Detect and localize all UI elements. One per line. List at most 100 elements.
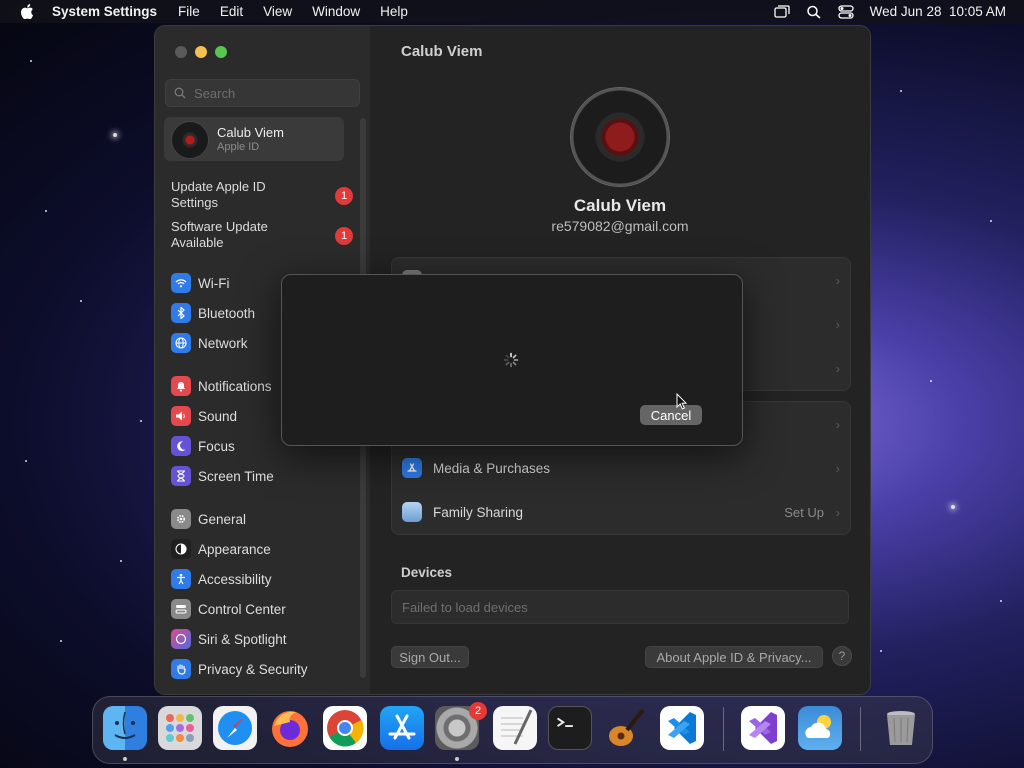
- account-name: Calub Viem: [217, 125, 284, 140]
- sidebar-item-wifi[interactable]: Wi-Fi: [171, 271, 229, 295]
- menu-window[interactable]: Window: [312, 4, 360, 19]
- menu-edit[interactable]: Edit: [220, 4, 243, 19]
- zoom-button[interactable]: [215, 46, 227, 58]
- page-title: Calub Viem: [401, 43, 483, 60]
- wifi-icon: [171, 273, 191, 293]
- globe-icon: [171, 333, 191, 353]
- spotlight-search-icon[interactable]: [806, 5, 822, 19]
- dock: 2: [92, 696, 933, 764]
- menu-bar: System Settings File Edit View Window He…: [0, 0, 1024, 23]
- sidebar-item-update-apple-id[interactable]: Update Apple ID Settings 1: [171, 179, 353, 211]
- apple-id-account[interactable]: Calub Viem Apple ID: [164, 117, 344, 161]
- row-label: Media & Purchases: [433, 460, 551, 476]
- search-input[interactable]: [192, 84, 356, 102]
- sidebar-search[interactable]: [165, 79, 360, 107]
- sidebar-item-appearance[interactable]: Appearance: [171, 537, 271, 561]
- devices-heading: Devices: [401, 565, 453, 580]
- minimize-button[interactable]: [195, 46, 207, 58]
- running-indicator: [455, 757, 459, 761]
- siri-icon: [171, 629, 191, 649]
- safari-icon[interactable]: [213, 706, 257, 750]
- sidebar-item-sound[interactable]: Sound: [171, 404, 237, 428]
- profile-avatar[interactable]: [571, 88, 669, 186]
- bell-icon: [171, 376, 191, 396]
- garageband-icon[interactable]: [603, 706, 647, 750]
- hourglass-icon: [171, 466, 191, 486]
- sidebar-item-privacy-security[interactable]: Privacy & Security: [171, 657, 308, 681]
- finder-icon[interactable]: [103, 706, 147, 750]
- cancel-button[interactable]: Cancel: [640, 405, 702, 425]
- avatar: [171, 121, 209, 159]
- weather-icon[interactable]: [798, 706, 842, 750]
- appearance-icon: [171, 539, 191, 559]
- chevron-right-icon: ›: [835, 316, 840, 332]
- sidebar-item-label: Screen Time: [198, 468, 274, 484]
- sign-out-button[interactable]: Sign Out...: [391, 646, 469, 668]
- profile-email: re579082@gmail.com: [551, 218, 689, 234]
- app-store-icon: [402, 458, 422, 478]
- chrome-icon[interactable]: [323, 706, 367, 750]
- media-purchases-row[interactable]: Media & Purchases ›: [392, 446, 850, 490]
- family-sharing-row[interactable]: Family Sharing Set Up ›: [392, 490, 850, 534]
- sidebar-item-bluetooth[interactable]: Bluetooth: [171, 301, 255, 325]
- app-store-icon[interactable]: [380, 706, 424, 750]
- sidebar-item-label: General: [198, 511, 247, 527]
- menu-clock[interactable]: Wed Jun 28 10:05 AM: [870, 4, 1006, 19]
- menu-help[interactable]: Help: [380, 4, 408, 19]
- notification-badge: 2: [469, 702, 487, 720]
- sidebar-item-accessibility[interactable]: Accessibility: [171, 567, 272, 591]
- notice-label: Software Update Available: [171, 219, 268, 250]
- row-label: Family Sharing: [433, 504, 524, 520]
- sidebar-item-software-update[interactable]: Software Update Available 1: [171, 219, 353, 251]
- speaker-icon: [171, 406, 191, 426]
- bluetooth-icon: [171, 303, 191, 323]
- moon-icon: [171, 436, 191, 456]
- textedit-icon[interactable]: [493, 706, 537, 750]
- menu-file[interactable]: File: [178, 4, 200, 19]
- sidebar-item-label: Notifications: [198, 378, 272, 394]
- chevron-right-icon: ›: [835, 416, 840, 432]
- help-button[interactable]: ?: [832, 646, 852, 666]
- sidebar-item-focus[interactable]: Focus: [171, 434, 235, 458]
- account-subtitle: Apple ID: [217, 141, 260, 153]
- menu-app-name[interactable]: System Settings: [52, 4, 157, 19]
- chevron-right-icon: ›: [835, 272, 840, 288]
- sidebar-item-label: Sound: [198, 408, 238, 424]
- family-setup-label: Set Up: [784, 504, 824, 520]
- firefox-icon[interactable]: [268, 706, 312, 750]
- apple-logo-icon[interactable]: [20, 4, 34, 19]
- accessibility-icon: [171, 569, 191, 589]
- gear-icon: [171, 509, 191, 529]
- chevron-right-icon: ›: [835, 460, 840, 476]
- sidebar-item-general[interactable]: General: [171, 507, 246, 531]
- screen-mirroring-icon[interactable]: [774, 4, 790, 19]
- loading-dialog: Cancel: [281, 274, 743, 446]
- terminal-icon[interactable]: [548, 706, 592, 750]
- sidebar-item-screen-time[interactable]: Screen Time: [171, 464, 274, 488]
- trash-icon[interactable]: [879, 706, 923, 750]
- sidebar-item-label: Network: [198, 335, 248, 351]
- launchpad-icon[interactable]: [158, 706, 202, 750]
- sidebar-item-label: Bluetooth: [198, 305, 256, 321]
- sidebar-item-siri-spotlight[interactable]: Siri & Spotlight: [171, 627, 287, 651]
- notification-badge: 1: [335, 187, 353, 205]
- sidebar-item-notifications[interactable]: Notifications: [171, 374, 272, 398]
- chevron-right-icon: ›: [835, 360, 840, 376]
- sidebar-item-control-center[interactable]: Control Center: [171, 597, 286, 621]
- menu-view[interactable]: View: [263, 4, 292, 19]
- sidebar-item-label: Appearance: [198, 541, 271, 557]
- about-apple-id-button[interactable]: About Apple ID & Privacy...: [645, 646, 823, 668]
- sidebar-item-network[interactable]: Network: [171, 331, 248, 355]
- sidebar-item-label: Control Center: [198, 601, 286, 617]
- visual-studio-icon[interactable]: [741, 706, 785, 750]
- control-center-icon: [171, 599, 191, 619]
- vscode-icon[interactable]: [660, 706, 704, 750]
- search-icon: [174, 87, 186, 99]
- notice-label: Update Apple ID Settings: [171, 179, 266, 210]
- control-center-icon[interactable]: [838, 4, 854, 19]
- sidebar-item-label: Wi-Fi: [198, 275, 230, 291]
- close-button[interactable]: [175, 46, 187, 58]
- mouse-cursor-icon: [676, 393, 688, 410]
- chevron-right-icon: ›: [835, 504, 840, 520]
- running-indicator: [123, 757, 127, 761]
